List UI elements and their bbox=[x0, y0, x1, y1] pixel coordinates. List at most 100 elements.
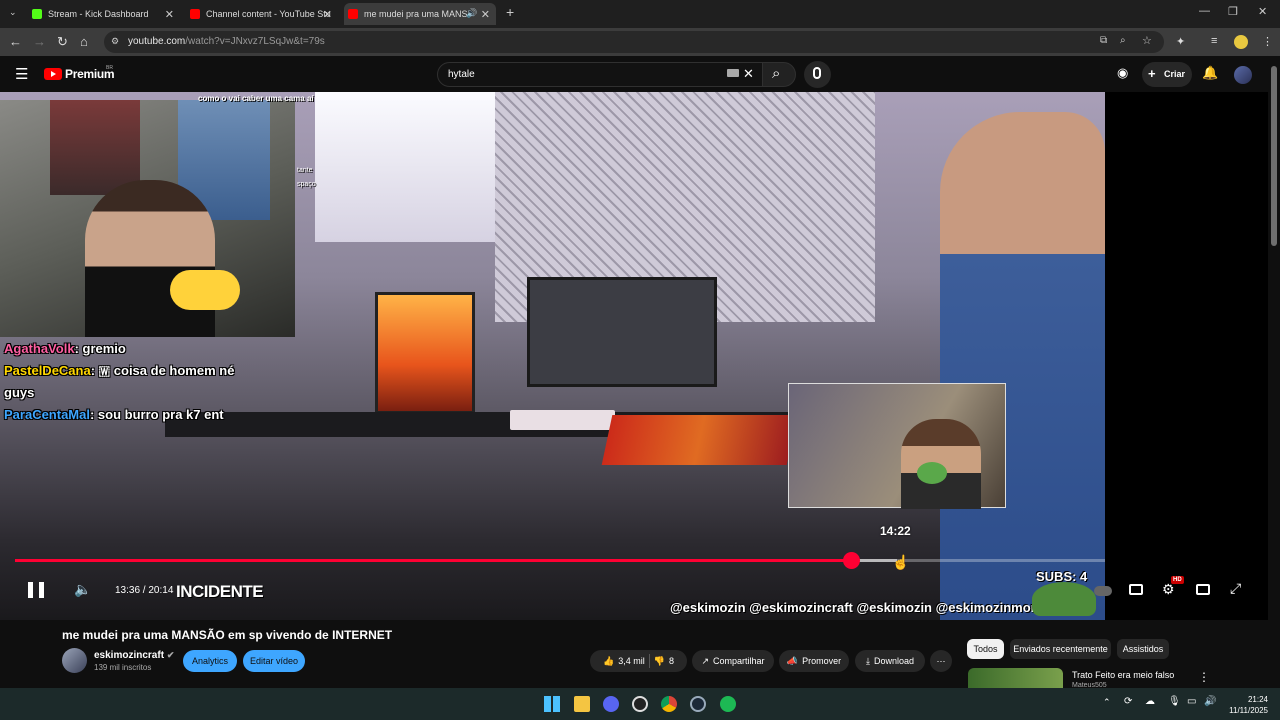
close-window-icon[interactable]: ✕ bbox=[1258, 5, 1267, 18]
chip-recently-uploaded[interactable]: Enviados recentemente bbox=[1010, 639, 1111, 659]
like-button[interactable]: 👍 3,4 mil bbox=[603, 656, 645, 667]
youtube-logo-icon[interactable] bbox=[44, 68, 62, 80]
tray-cloud-icon[interactable]: ☁ bbox=[1145, 696, 1155, 707]
picture-in-picture-cam bbox=[788, 383, 1006, 509]
profile-avatar[interactable] bbox=[1234, 35, 1248, 49]
channel-name[interactable]: eskimozincraft ✔ bbox=[94, 650, 174, 661]
tab-search-icon[interactable]: ⌄ bbox=[9, 7, 17, 18]
chat-user: ParaCentaMal bbox=[4, 407, 90, 422]
megaphone-icon: 📣 bbox=[786, 655, 799, 666]
like-dislike-group: 👍 3,4 mil 👎 8 bbox=[590, 650, 687, 672]
video-player[interactable]: como o vai caber uma cama aí tante spaço… bbox=[0, 92, 1268, 620]
notifications-bell-icon[interactable]: 🔔 bbox=[1202, 65, 1218, 81]
chat-message: guys bbox=[4, 385, 34, 400]
channel-name-text: eskimozincraft bbox=[94, 650, 165, 661]
forward-icon[interactable]: → bbox=[33, 34, 46, 49]
more-actions-button[interactable]: ⋯ bbox=[930, 650, 952, 672]
microphone bbox=[170, 270, 240, 310]
chrome-icon[interactable] bbox=[661, 696, 677, 712]
recommendation-title[interactable]: Trato Feito era meio falso bbox=[1072, 670, 1174, 680]
progress-played bbox=[15, 559, 852, 562]
chat-message: AgathaVolk: gremio bbox=[4, 341, 126, 356]
new-tab-icon[interactable]: + bbox=[506, 4, 514, 20]
spotify-icon[interactable] bbox=[720, 696, 736, 712]
reload-icon[interactable]: ↻ bbox=[57, 34, 68, 50]
tray-speaker-icon[interactable]: 🔊 bbox=[1204, 696, 1216, 707]
zoom-icon[interactable]: ⌕ bbox=[1120, 35, 1126, 46]
time-display: 13:36 / 20:14 bbox=[115, 585, 174, 596]
chrome-menu-icon[interactable]: ⋮ bbox=[1262, 35, 1273, 48]
tab-youtube-studio[interactable]: Channel content - YouTube Stu ✕ bbox=[186, 3, 338, 25]
chip-watched[interactable]: Assistidos bbox=[1117, 639, 1169, 659]
recommendation-thumbnail[interactable] bbox=[968, 668, 1063, 688]
bookmark-star-icon[interactable]: ☆ bbox=[1142, 34, 1152, 47]
tab-current-video[interactable]: me mudei pra uma MANSÃ 🔊 ✕ bbox=[344, 3, 496, 25]
hamburger-menu-icon[interactable]: ☰ bbox=[15, 65, 28, 83]
miniplayer-icon[interactable] bbox=[1196, 584, 1210, 595]
back-icon[interactable]: ← bbox=[9, 34, 22, 49]
dislike-button[interactable]: 👎 8 bbox=[654, 656, 674, 667]
site-info-icon[interactable]: ⚙ bbox=[111, 36, 119, 47]
steam-icon[interactable] bbox=[690, 696, 706, 712]
share-button[interactable]: ↗ Compartilhar bbox=[692, 650, 774, 672]
home-icon[interactable]: ⌂ bbox=[80, 34, 88, 49]
scrollbar-thumb[interactable] bbox=[1271, 66, 1277, 246]
chip-all[interactable]: Todos bbox=[967, 639, 1004, 659]
clear-search-icon[interactable]: ✕ bbox=[743, 66, 754, 82]
plus-icon: + bbox=[1148, 66, 1156, 81]
fullscreen-icon[interactable]: ⤢ bbox=[1230, 580, 1241, 597]
close-tab-icon[interactable]: ✕ bbox=[165, 8, 174, 21]
extensions-icon[interactable]: ✦ bbox=[1176, 35, 1185, 48]
eye-icon[interactable]: ◉ bbox=[1117, 65, 1128, 81]
channel-avatar[interactable] bbox=[62, 648, 87, 673]
progress-scrubber[interactable] bbox=[843, 552, 861, 569]
search-button[interactable]: ⌕ bbox=[762, 62, 796, 87]
autoplay-toggle[interactable] bbox=[1094, 586, 1112, 596]
url-text: youtube.com/watch?v=JNxvz7LSqJw&t=79s bbox=[128, 36, 325, 47]
tray-display-icon[interactable]: ▭ bbox=[1187, 696, 1196, 707]
recommendation-menu-icon[interactable]: ⋮ bbox=[1198, 670, 1210, 684]
tray-mic-icon[interactable]: 🎙 bbox=[1168, 696, 1181, 707]
page-scrollbar[interactable] bbox=[1268, 56, 1280, 688]
close-tab-icon[interactable]: ✕ bbox=[481, 8, 490, 21]
mic-icon bbox=[813, 67, 821, 79]
close-tab-icon[interactable]: ✕ bbox=[323, 8, 332, 21]
speaker-icon[interactable]: 🔊 bbox=[466, 8, 477, 19]
obs-icon[interactable] bbox=[632, 696, 648, 712]
monitor-left bbox=[375, 292, 475, 414]
search-input[interactable]: hytale ✕ bbox=[437, 62, 763, 87]
tab-title: Channel content - YouTube Stu bbox=[206, 9, 331, 19]
youtube-masthead: ☰ Premium BR hytale ✕ ⌕ ◉ + Criar 🔔 bbox=[0, 56, 1280, 92]
media-control-icon[interactable]: ≡ bbox=[1211, 35, 1217, 47]
edit-video-button[interactable]: Editar vídeo bbox=[243, 650, 305, 672]
chat-user: AgathaVolk bbox=[4, 341, 75, 356]
system-tray-chevron-icon[interactable]: ⌃ bbox=[1103, 697, 1111, 708]
install-app-icon[interactable]: ⧉ bbox=[1100, 35, 1107, 46]
mouse-cursor-icon: ☝ bbox=[892, 554, 910, 570]
keyboard-icon[interactable] bbox=[727, 69, 739, 77]
analytics-button[interactable]: Analytics bbox=[183, 650, 237, 672]
address-bar[interactable]: ⚙ youtube.com/watch?v=JNxvz7LSqJw&t=79s … bbox=[104, 31, 1164, 53]
create-button[interactable]: + Criar bbox=[1142, 62, 1192, 87]
promote-button[interactable]: 📣 Promover bbox=[779, 650, 849, 672]
subtitles-icon[interactable] bbox=[1129, 584, 1143, 595]
seek-preview-time: 14:22 bbox=[880, 524, 911, 538]
tray-app-icon[interactable]: ⟳ bbox=[1124, 696, 1132, 707]
windows-start-icon[interactable] bbox=[544, 696, 560, 712]
pause-icon[interactable] bbox=[28, 582, 44, 598]
discord-icon[interactable] bbox=[603, 696, 619, 712]
pepe-mascot bbox=[1032, 582, 1096, 616]
account-avatar[interactable] bbox=[1234, 66, 1252, 84]
volume-icon[interactable]: 🔈 bbox=[74, 581, 91, 598]
youtube-icon bbox=[348, 9, 358, 19]
kick-icon bbox=[32, 9, 42, 19]
voice-search-button[interactable] bbox=[804, 61, 831, 88]
download-button[interactable]: ⤓ Download bbox=[855, 650, 925, 672]
dislike-count: 8 bbox=[668, 656, 674, 666]
tab-kick-dashboard[interactable]: Stream - Kick Dashboard ✕ bbox=[28, 3, 180, 25]
divider bbox=[648, 654, 650, 668]
maximize-icon[interactable]: ❐ bbox=[1228, 5, 1238, 18]
minimize-icon[interactable]: — bbox=[1199, 5, 1210, 17]
file-explorer-icon[interactable] bbox=[574, 696, 590, 712]
taskbar-clock[interactable]: 21:24 11/11/2025 bbox=[1218, 694, 1268, 716]
